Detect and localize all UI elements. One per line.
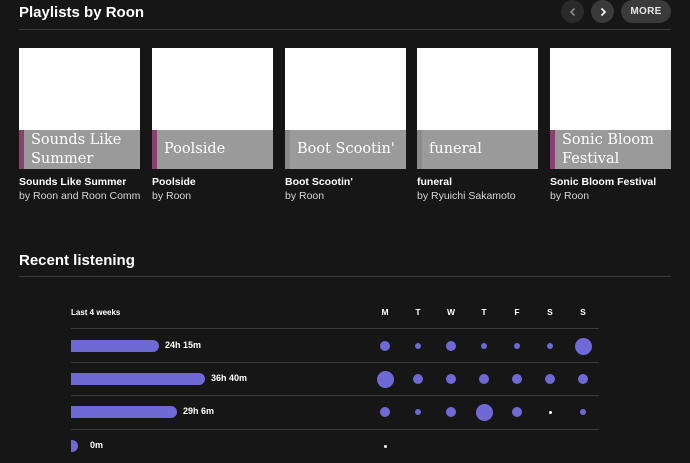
chevron-right-icon xyxy=(600,7,606,16)
daily-listening-dot xyxy=(380,407,390,417)
daily-listening-dot xyxy=(383,444,387,448)
period-label: Last 4 weeks xyxy=(71,308,121,317)
daily-listening-dot xyxy=(512,374,522,384)
playlist-artwork[interactable]: funeral xyxy=(417,48,538,169)
playlist-owner[interactable]: by Roon xyxy=(550,190,671,202)
artwork-title: Sounds Like Summer xyxy=(31,131,122,167)
week-total-label: 24h 15m xyxy=(165,340,202,350)
artwork-title: funeral xyxy=(429,141,482,157)
artwork-title: Poolside xyxy=(164,141,226,157)
playlist-card[interactable]: Boot Scootin' Boot Scootin' by Roon xyxy=(285,48,406,202)
daily-listening-dot xyxy=(380,341,390,351)
next-button[interactable] xyxy=(591,0,614,23)
playlist-owner[interactable]: by Roon xyxy=(152,190,273,202)
playlist-owner[interactable]: by Roon and Roon Comm xyxy=(19,190,140,202)
artwork-stripe xyxy=(550,130,555,169)
playlist-card[interactable]: Sounds Like Summer Sounds Like Summer by R… xyxy=(19,48,140,202)
row-divider xyxy=(71,328,599,329)
artwork-title-band: Sounds Like Summer xyxy=(19,130,140,169)
artwork-title-band: Boot Scootin' xyxy=(285,130,406,169)
recent-listening-title: Recent listening xyxy=(19,252,135,269)
section-divider xyxy=(19,29,671,30)
daily-listening-dot xyxy=(545,374,555,384)
day-header: W xyxy=(446,307,456,317)
playlist-name[interactable]: Sounds Like Summer xyxy=(19,176,140,188)
previous-button[interactable] xyxy=(561,0,584,23)
daily-listening-dot xyxy=(574,337,592,355)
daily-listening-dot xyxy=(446,374,456,384)
week-total-bar xyxy=(71,340,159,352)
playlist-name[interactable]: Boot Scootin' xyxy=(285,176,406,188)
day-header: F xyxy=(514,307,520,317)
playlist-artwork[interactable]: Boot Scootin' xyxy=(285,48,406,169)
daily-listening-dot xyxy=(580,409,586,415)
playlist-artwork[interactable]: Sonic Bloom Festival xyxy=(550,48,671,169)
daily-listening-dot xyxy=(415,409,421,415)
playlists-section-title: Playlists by Roon xyxy=(19,4,145,21)
daily-listening-dot xyxy=(446,407,456,417)
daily-listening-dot xyxy=(578,374,588,384)
playlist-name[interactable]: Sonic Bloom Festival xyxy=(550,176,671,188)
daily-listening-dot xyxy=(548,410,552,414)
daily-listening-dot xyxy=(413,374,423,384)
artwork-title-band: Sonic Bloom Festival xyxy=(550,130,671,169)
playlist-artwork[interactable]: Sounds Like Summer xyxy=(19,48,140,169)
playlist-name[interactable]: funeral xyxy=(417,176,538,188)
day-header: T xyxy=(481,307,487,317)
section-divider xyxy=(19,276,671,277)
artwork-stripe xyxy=(19,130,24,169)
playlist-name[interactable]: Poolside xyxy=(152,176,273,188)
week-total-label: 36h 40m xyxy=(211,373,248,383)
daily-listening-dot xyxy=(512,407,522,417)
week-total-label: 0m xyxy=(90,440,104,450)
row-divider xyxy=(71,395,599,396)
daily-listening-dot xyxy=(415,343,421,349)
day-header: S xyxy=(580,307,586,317)
daily-listening-dot xyxy=(479,374,489,384)
playlist-card[interactable]: Poolside Poolside by Roon xyxy=(152,48,273,202)
daily-listening-dot xyxy=(547,343,553,349)
artwork-title-band: Poolside xyxy=(152,130,273,169)
playlist-owner[interactable]: by Roon xyxy=(285,190,406,202)
day-header: S xyxy=(547,307,553,317)
more-button[interactable]: MORE xyxy=(621,0,671,23)
artwork-title: Boot Scootin' xyxy=(297,141,395,157)
artwork-stripe xyxy=(152,130,157,169)
day-header: T xyxy=(415,307,421,317)
playlist-owner[interactable]: by Ryuichi Sakamoto xyxy=(417,190,538,202)
row-divider xyxy=(71,362,599,363)
artwork-stripe xyxy=(417,130,422,169)
week-total-label: 29h 6m xyxy=(183,406,215,416)
day-header: M xyxy=(381,307,389,317)
week-total-bar xyxy=(71,440,78,452)
playlist-card[interactable]: funeral funeral by Ryuichi Sakamoto xyxy=(417,48,538,202)
daily-listening-dot xyxy=(475,403,493,421)
daily-listening-dot xyxy=(376,370,394,388)
daily-listening-dot xyxy=(446,341,456,351)
week-total-bar xyxy=(71,373,205,385)
daily-listening-dot xyxy=(481,343,487,349)
playlist-card[interactable]: Sonic Bloom Festival Sonic Bloom Festival… xyxy=(550,48,671,202)
chevron-left-icon xyxy=(569,7,575,16)
artwork-title-band: funeral xyxy=(417,130,538,169)
daily-listening-dot xyxy=(514,343,520,349)
playlist-artwork[interactable]: Poolside xyxy=(152,48,273,169)
artwork-stripe xyxy=(285,130,290,169)
artwork-title: Sonic Bloom Festival xyxy=(562,131,654,167)
week-total-bar xyxy=(71,406,177,418)
row-divider xyxy=(71,429,599,430)
